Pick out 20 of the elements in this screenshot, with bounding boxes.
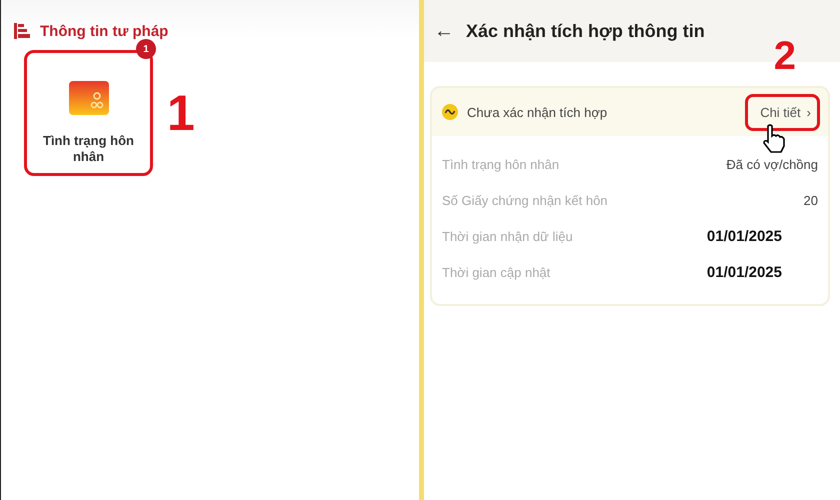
wave-icon <box>442 104 458 120</box>
tile-label: Tình trạng hôn nhân <box>42 133 135 165</box>
field-value: Đã có vợ/chồng <box>726 156 818 172</box>
field-value: 20 <box>804 192 818 208</box>
field-value: 01/01/2025 <box>706 264 782 280</box>
back-arrow[interactable]: ← <box>434 20 454 42</box>
section-title: Thông tin tư pháp <box>40 22 168 40</box>
status-label: Chưa xác nhận tích hợp <box>467 104 608 120</box>
field-label: Tình trạng hôn nhân <box>442 156 560 172</box>
field-label: Số Giấy chứng nhận kết hôn <box>442 192 608 208</box>
field-label: Thời gian cập nhật <box>442 264 550 280</box>
hand-cursor-icon <box>762 124 786 154</box>
page-title: Xác nhận tích hợp thông tin <box>466 20 705 42</box>
certificate-icon <box>68 81 108 115</box>
step-number: 1 <box>167 88 195 138</box>
list-icon <box>14 23 30 39</box>
step-number: 2 <box>774 36 796 76</box>
field-value: 01/01/2025 <box>706 228 782 244</box>
field-label: Thời gian nhận dữ liệu <box>442 228 573 244</box>
notification-badge: 1 <box>136 39 156 59</box>
